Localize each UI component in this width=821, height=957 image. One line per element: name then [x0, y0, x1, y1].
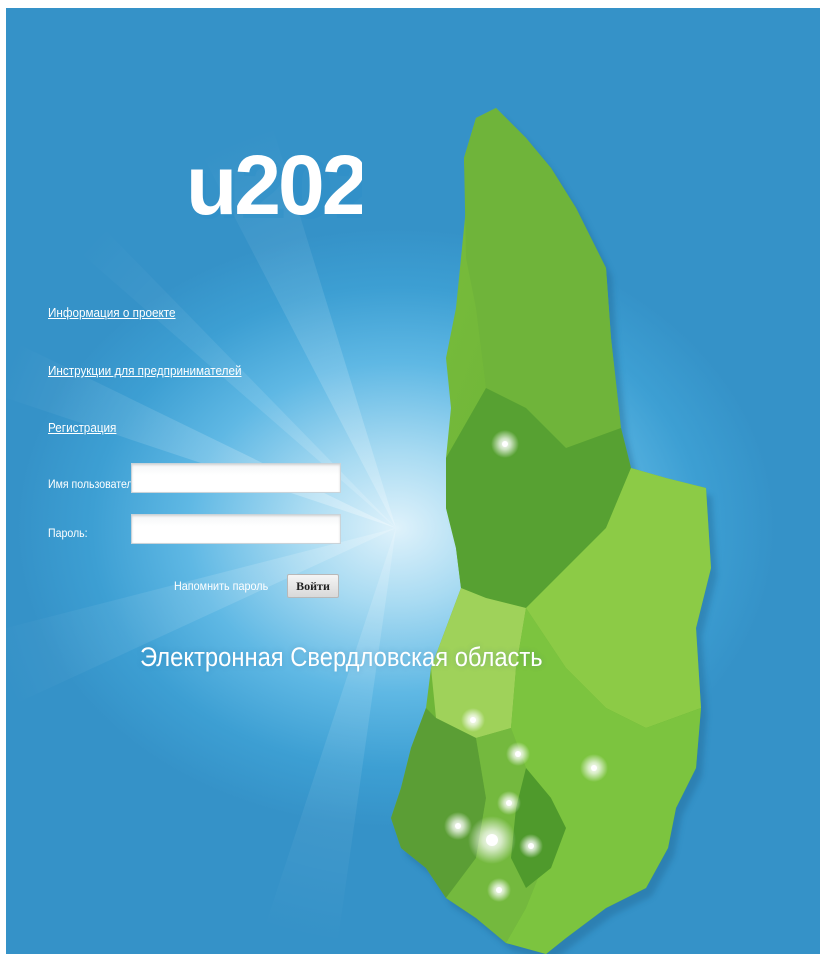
login-page: u2020 u2020 Информация о проекте Инструк…: [6, 8, 820, 954]
tagline: Электронная Свердловская область: [140, 642, 543, 672]
region-map: [391, 108, 717, 954]
